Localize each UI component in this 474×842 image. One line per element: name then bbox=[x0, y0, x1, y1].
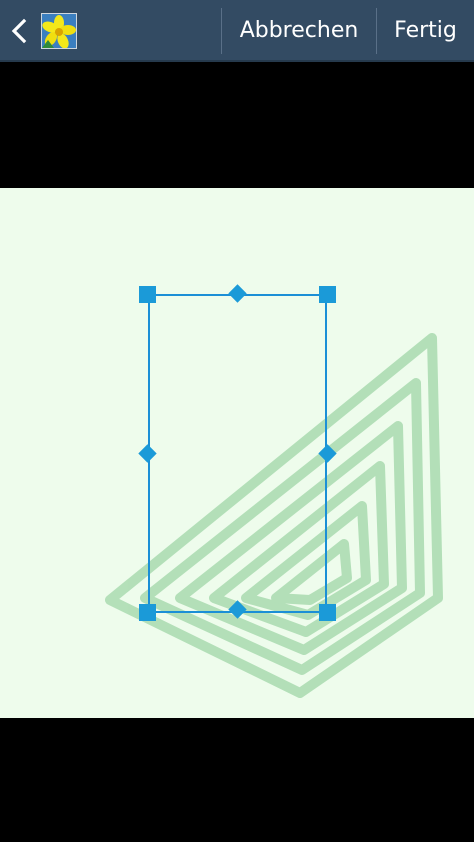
crop-screen: Abbrechen Fertig bbox=[0, 0, 474, 842]
done-button[interactable]: Fertig bbox=[377, 0, 474, 62]
crop-handle-bottom-right[interactable] bbox=[319, 604, 336, 621]
cancel-button[interactable]: Abbrechen bbox=[222, 0, 376, 62]
chevron-left-icon bbox=[11, 18, 27, 44]
crop-handle-top-right[interactable] bbox=[319, 286, 336, 303]
back-button[interactable] bbox=[0, 0, 88, 62]
gallery-flower-icon bbox=[41, 13, 77, 49]
crop-frame[interactable] bbox=[148, 294, 327, 613]
crop-handle-top-left[interactable] bbox=[139, 286, 156, 303]
action-bar: Abbrechen Fertig bbox=[0, 0, 474, 62]
crop-handle-bottom-left[interactable] bbox=[139, 604, 156, 621]
